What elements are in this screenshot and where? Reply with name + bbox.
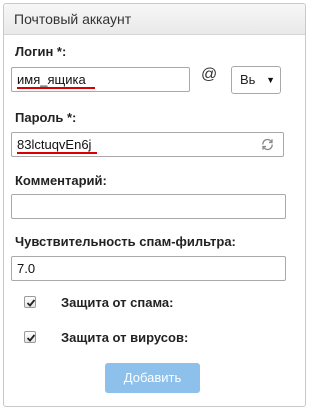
spam-protection-label: Защита от спама: <box>61 295 174 310</box>
domain-select[interactable]: Вь ▼ <box>231 66 281 94</box>
login-error-underline <box>17 87 95 89</box>
virus-protection-label: Защита от вирусов: <box>61 330 189 345</box>
virus-protection-checkbox[interactable] <box>24 331 36 343</box>
comment-label: Комментарий: <box>15 173 107 188</box>
dropdown-arrow-icon: ▼ <box>266 75 275 85</box>
refresh-icon[interactable] <box>260 137 275 152</box>
add-button[interactable]: Добавить <box>105 363 200 393</box>
checkmark-icon <box>26 299 36 307</box>
spam-sensitivity-label: Чувствительность спам-фильтра: <box>15 234 236 249</box>
spam-protection-checkbox[interactable] <box>24 296 36 308</box>
password-label: Пароль *: <box>15 110 77 125</box>
password-error-underline <box>17 152 97 154</box>
checkmark-icon <box>26 334 36 342</box>
at-sign: @ <box>201 66 218 83</box>
panel-title: Почтовый аккаунт <box>4 4 305 35</box>
comment-input[interactable] <box>11 194 286 219</box>
spam-sensitivity-input[interactable]: 7.0 <box>11 256 286 281</box>
login-label: Логин *: <box>15 44 67 59</box>
domain-select-value: Вь <box>240 72 256 87</box>
spam-sensitivity-value: 7.0 <box>17 261 36 276</box>
